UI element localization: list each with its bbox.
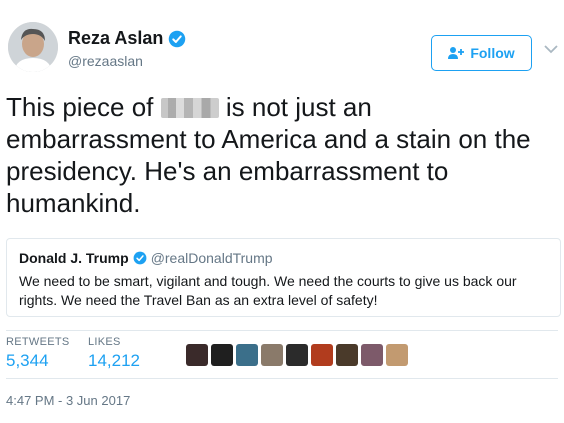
quoted-author-handle: @realDonaldTrump	[150, 250, 273, 266]
follow-button-label: Follow	[470, 45, 515, 61]
likes-label: LIKES	[88, 336, 121, 348]
retweets-count[interactable]: 5,344	[6, 351, 49, 371]
liker-avatar[interactable]	[236, 344, 258, 366]
quoted-tweet[interactable]: Donald J. Trump @realDonaldTrump We need…	[6, 238, 561, 317]
liker-avatars	[186, 344, 408, 366]
verified-badge-icon	[133, 251, 147, 265]
liker-avatar[interactable]	[286, 344, 308, 366]
liker-avatar[interactable]	[186, 344, 208, 366]
retweets-label: RETWEETS	[6, 336, 70, 348]
tweet-text: This piece of is not just an embarrassme…	[6, 91, 558, 219]
liker-avatar[interactable]	[211, 344, 233, 366]
person-photo-avatar	[8, 22, 58, 72]
follow-button[interactable]: Follow	[431, 35, 532, 71]
divider	[6, 378, 558, 379]
divider	[6, 330, 558, 331]
likes-count[interactable]: 14,212	[88, 351, 140, 371]
tweet-text-start: This piece of	[6, 92, 154, 122]
add-person-icon	[448, 47, 465, 59]
author-name[interactable]: Reza Aslan	[68, 28, 163, 49]
author-name-row: Reza Aslan	[68, 28, 186, 49]
tweet-timestamp[interactable]: 4:47 PM - 3 Jun 2017	[6, 393, 130, 408]
quoted-tweet-text: We need to be smart, vigilant and tough.…	[19, 273, 517, 308]
quoted-author-name: Donald J. Trump	[19, 250, 129, 266]
quoted-tweet-header: Donald J. Trump @realDonaldTrump	[19, 250, 548, 266]
liker-avatar[interactable]	[336, 344, 358, 366]
chevron-down-icon[interactable]	[544, 44, 558, 54]
pixelated-blur-icon	[160, 98, 219, 118]
liker-avatar[interactable]	[386, 344, 408, 366]
author-handle[interactable]: @rezaaslan	[68, 53, 143, 69]
liker-avatar[interactable]	[261, 344, 283, 366]
verified-badge-icon	[169, 30, 186, 47]
liker-avatar[interactable]	[361, 344, 383, 366]
author-avatar[interactable]	[8, 22, 58, 72]
liker-avatar[interactable]	[311, 344, 333, 366]
